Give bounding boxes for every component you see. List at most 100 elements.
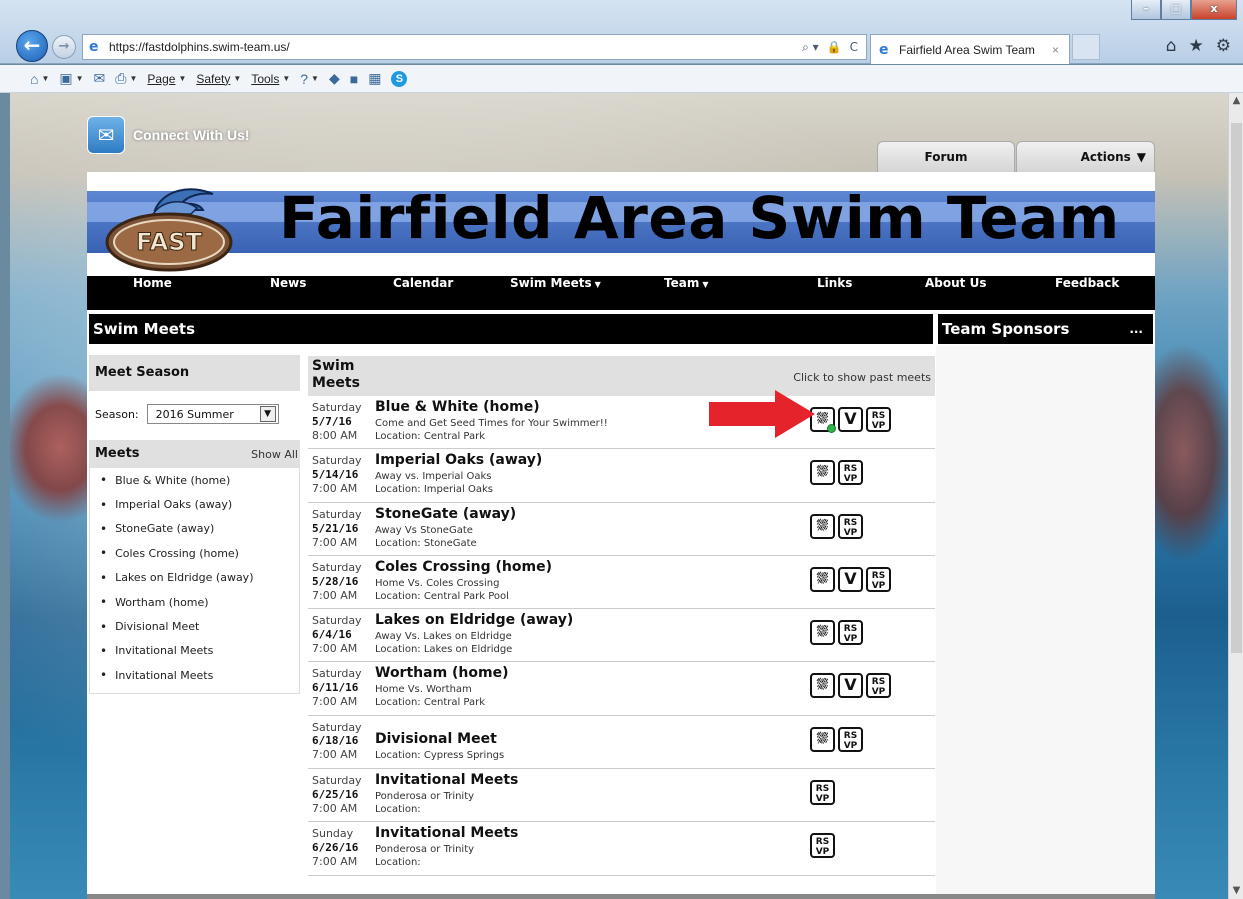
swimmer-signup-icon[interactable]: ⛆ (810, 513, 835, 539)
tools-menu[interactable]: Tools ▼ (251, 72, 290, 86)
meet-action-icons: RS VP (810, 780, 835, 806)
nav-swim-meets[interactable]: Swim Meets ▼ (510, 276, 601, 310)
addon-1[interactable]: ◆ (329, 70, 340, 87)
nav-about-us-label: About Us (925, 276, 987, 290)
print-icon: ⎙ (115, 70, 127, 86)
chevron-down-icon[interactable]: ▼ (259, 406, 276, 422)
rsvp-icon[interactable]: RS VP (838, 460, 863, 486)
addon-2[interactable]: ■ (350, 71, 358, 87)
swimmer-signup-icon[interactable]: ⛆ (810, 460, 835, 486)
volunteer-icon[interactable]: V (838, 407, 863, 432)
meet-link[interactable]: Blue & White (home) (90, 468, 299, 492)
swimmer-signup-icon[interactable]: ⛆ (810, 673, 835, 699)
rsvp-icon[interactable]: RS VP (810, 833, 835, 859)
nav-feedback[interactable]: Feedback (1055, 276, 1119, 310)
meet-name[interactable]: Wortham (home) (375, 665, 509, 681)
page-menu[interactable]: Page ▼ (147, 72, 186, 86)
maximize-button[interactable]: □ (1161, 0, 1191, 20)
nav-news[interactable]: News (270, 276, 306, 310)
rsvp-icon[interactable]: RS VP (838, 620, 863, 646)
swimmer-signup-icon[interactable]: ⛆ (810, 566, 835, 592)
connect-with-us[interactable]: ✉ Connect With Us! (87, 116, 250, 154)
scroll-up-icon[interactable]: ▲ (1229, 93, 1243, 109)
show-all-link[interactable]: Show All (251, 448, 298, 461)
browser-tab-active[interactable]: e Fairfield Area Swim Team × (870, 34, 1070, 64)
minimize-button[interactable]: – (1131, 0, 1161, 20)
actions-tab-label: Actions (1080, 150, 1131, 164)
vertical-scrollbar[interactable]: ▲ ▼ (1228, 93, 1243, 899)
address-tools: ⌕ ▾ 🔒 C (802, 40, 866, 55)
nav-about-us[interactable]: About Us (925, 276, 986, 310)
sponsors-more-button[interactable]: ... (1129, 322, 1143, 336)
skype-button[interactable]: S (391, 70, 408, 87)
close-window-button[interactable]: x (1191, 0, 1237, 20)
new-tab-button[interactable] (1072, 34, 1100, 60)
rsvp-icon[interactable]: RS VP (866, 566, 891, 592)
swimmer-signup-icon[interactable]: ⛆ (810, 620, 835, 646)
home-command[interactable]: ⌂ ▼ (30, 71, 49, 87)
actions-tab[interactable]: Actions ▼ (1016, 141, 1155, 172)
help-menu[interactable]: ? ▼ (300, 71, 319, 87)
meet-date: 6/26/16 (312, 841, 359, 855)
forward-button[interactable]: → (52, 35, 76, 59)
meet-date: 5/7/16 (312, 415, 352, 428)
forum-tab[interactable]: Forum (877, 141, 1015, 172)
nav-links[interactable]: Links (817, 276, 852, 310)
nav-calendar[interactable]: Calendar (393, 276, 453, 310)
meet-name[interactable]: Coles Crossing (home) (375, 559, 552, 575)
nav-team[interactable]: Team ▼ (664, 276, 709, 310)
tools-icon[interactable]: ⚙ (1216, 36, 1231, 56)
meet-action-icons: ⛆ RS VP (810, 460, 863, 486)
fast-dolphin-logo[interactable]: FAST (103, 180, 239, 272)
meet-name[interactable]: Blue & White (home) (375, 399, 540, 415)
rsvp-icon[interactable]: RS VP (838, 513, 863, 539)
volunteer-icon[interactable]: V (838, 673, 863, 699)
skype-icon: S (391, 70, 408, 87)
onenote-icon: ■ (349, 70, 359, 87)
rsvp-icon[interactable]: RS VP (866, 407, 891, 432)
url-text[interactable]: https://fastdolphins.swim-team.us/ (109, 40, 802, 54)
meet-location: Location: Imperial Oaks (375, 484, 494, 496)
meet-name[interactable]: Invitational Meets (375, 825, 518, 841)
back-button[interactable]: ← (16, 30, 48, 62)
scroll-down-icon[interactable]: ▼ (1229, 883, 1243, 899)
feeds-command[interactable]: ▣ ▼ (59, 70, 83, 87)
meet-name[interactable]: Divisional Meet (375, 731, 497, 747)
meet-link[interactable]: Lakes on Eldridge (away) (90, 566, 299, 590)
lock-icon[interactable]: 🔒 (827, 40, 842, 55)
nav-feedback-label: Feedback (1055, 276, 1120, 290)
meet-link[interactable]: Divisional Meet (90, 614, 299, 638)
meet-name[interactable]: Invitational Meets (375, 772, 518, 788)
favorites-icon[interactable]: ★ (1189, 36, 1204, 56)
scrollbar-thumb[interactable] (1231, 123, 1242, 653)
addon-3[interactable]: ▦ (368, 70, 381, 87)
volunteer-icon[interactable]: V (838, 566, 863, 592)
search-dropdown-icon[interactable]: ⌕ ▾ (802, 40, 819, 55)
print-command[interactable]: ⎙ ▼ (115, 70, 137, 87)
meet-row: Saturday 5/21/16 7:00 AM StoneGate (away) Aw… (308, 502, 935, 556)
meet-name[interactable]: StoneGate (away) (375, 506, 516, 522)
meet-link[interactable]: StoneGate (away) (90, 517, 299, 541)
meet-link[interactable]: Invitational Meets (90, 663, 299, 687)
rsvp-icon[interactable]: RS VP (866, 673, 891, 699)
refresh-icon[interactable]: C (850, 40, 858, 55)
address-bar[interactable]: e https://fastdolphins.swim-team.us/ ⌕ ▾… (82, 34, 867, 60)
meet-link[interactable]: Imperial Oaks (away) (90, 492, 299, 516)
mail-command[interactable]: ✉ (94, 70, 106, 87)
meet-name[interactable]: Imperial Oaks (away) (375, 452, 542, 468)
safety-menu[interactable]: Safety ▼ (196, 72, 241, 86)
rsvp-icon[interactable]: RS VP (838, 726, 863, 752)
rsvp-icon[interactable]: RS VP (810, 780, 835, 806)
meet-time: 7:00 AM (312, 482, 358, 496)
show-past-meets-link[interactable]: Click to show past meets (793, 371, 931, 384)
meet-link[interactable]: Coles Crossing (home) (90, 541, 299, 565)
nav-home[interactable]: Home (133, 276, 172, 310)
meet-link[interactable]: Wortham (home) (90, 590, 299, 614)
season-select[interactable]: 2016 Summer ▼ (146, 404, 279, 424)
meet-name[interactable]: Lakes on Eldridge (away) (375, 612, 573, 628)
meet-date: 5/14/16 (312, 468, 359, 482)
home-icon[interactable]: ⌂ (1166, 36, 1177, 56)
swimmer-signup-icon[interactable]: ⛆ (810, 726, 835, 752)
meet-link[interactable]: Invitational Meets (90, 639, 299, 663)
tab-close-icon[interactable]: × (1052, 43, 1059, 57)
